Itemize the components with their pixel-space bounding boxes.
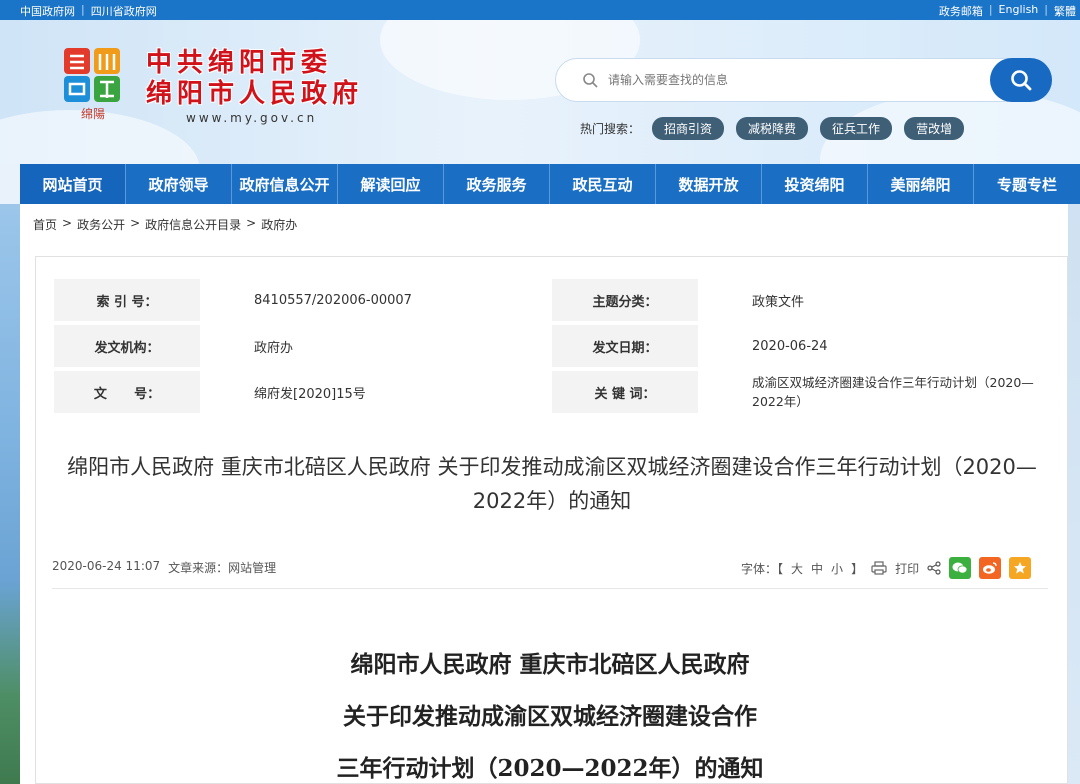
breadcrumb-home[interactable]: 首页 [33,216,57,233]
link-china-gov[interactable]: 中国政府网 [20,3,75,19]
divider [52,588,1048,589]
weibo-icon [983,562,997,574]
font-size-bracket: 】 [851,561,864,576]
nav-item-special[interactable]: 专题专栏 [974,164,1080,204]
meta-label: 主题分类： [552,279,698,321]
star-icon [1014,562,1027,574]
breadcrumb-separator: > [62,216,73,230]
table-row: 发文机构： 政府办 发文日期： 2020-06-24 [54,325,1050,367]
wechat-share-button[interactable] [949,557,972,579]
site-header: 绵陽 中共绵阳市委 绵阳市人民政府 www.my.gov.cn 热门搜索： 招商… [0,20,1080,164]
nav-item-invest[interactable]: 投资绵阳 [762,164,868,204]
meta-label: 发文日期： [552,325,698,367]
document-title-line: 三年行动计划（2020—2022年）的通知 [336,755,764,782]
document-title-line: 关于印发推动成渝区双城经济圈建设合作 [343,703,757,730]
nav-item-home[interactable]: 网站首页 [20,164,126,204]
divider: | [1044,3,1048,16]
meta-value: 成渝区双城经济圈建设合作三年行动计划（2020—2022年） [698,371,1050,413]
divider: | [81,3,85,16]
print-icon[interactable] [871,561,887,575]
meta-label: 关 键 词： [552,371,698,413]
hot-tag[interactable]: 招商引资 [652,116,725,140]
link-sichuan-gov[interactable]: 四川省政府网 [91,3,157,19]
nav-item-beautiful[interactable]: 美丽绵阳 [868,164,974,204]
document-meta-table: 索 引 号： 8410557/202006-00007 主题分类： 政策文件 发… [54,275,1050,417]
logo-caption: 绵陽 [81,107,105,121]
link-english[interactable]: English [999,3,1039,19]
hot-tag[interactable]: 减税降费 [736,116,809,140]
nav-item-interaction[interactable]: 政民互动 [550,164,656,204]
meta-label: 索 引 号： [54,279,200,321]
nav-item-services[interactable]: 政务服务 [444,164,550,204]
breadcrumb-info-catalog[interactable]: 政府信息公开目录 [145,216,241,233]
breadcrumb-public-affairs[interactable]: 政务公开 [77,216,125,233]
divider: | [988,3,993,16]
article-card: 索 引 号： 8410557/202006-00007 主题分类： 政策文件 发… [35,256,1068,784]
side-background [1068,204,1080,784]
city-logo-icon[interactable]: 绵陽 [62,44,124,124]
font-large-button[interactable]: 大 [791,560,803,577]
font-small-button[interactable]: 小 [831,560,843,577]
meta-value: 政府办 [200,325,552,367]
publish-datetime: 2020-06-24 11:07 [52,559,161,573]
hot-tag[interactable]: 征兵工作 [820,116,893,140]
font-medium-button[interactable]: 中 [811,560,823,577]
hot-search: 热门搜索： 招商引资 减税降费 征兵工作 营改增 [580,116,965,140]
breadcrumb-separator: > [130,216,141,230]
article-headline: 绵阳市人民政府 重庆市北碚区人民政府 关于印发推动成渝区双城经济圈建设合作三年行… [67,455,1037,513]
search-icon [1011,70,1032,91]
side-background [0,204,20,784]
article-tools: 字体：【 大 中 小 】 打印 [741,555,1032,581]
link-traditional[interactable]: 繁體 [1054,3,1076,19]
meta-label: 发文机构： [54,325,200,367]
meta-value: 绵府发[2020]15号 [200,371,552,413]
site-title-line2: 绵阳市人民政府 [146,79,364,109]
document-title-line: 绵阳市人民政府 重庆市北碚区人民政府 [350,651,750,678]
share-icon[interactable] [927,561,941,575]
table-row: 文 号： 绵府发[2020]15号 关 键 词： 成渝区双城经济圈建设合作三年行… [54,371,1050,413]
meta-value: 政策文件 [698,279,1050,321]
source-value: 网站管理 [228,561,277,575]
wechat-icon [952,562,968,574]
meta-label: 文 号： [54,371,200,413]
favorite-button[interactable] [1009,557,1032,579]
meta-value: 2020-06-24 [698,325,1050,367]
main-nav: 网站首页 政府领导 政府信息公开 解读回应 政务服务 政民互动 数据开放 投资绵… [20,164,1080,204]
link-gov-mail[interactable]: 政务邮箱 [939,3,983,19]
search-button[interactable] [990,58,1052,102]
hot-tag[interactable]: 营改增 [904,116,965,140]
nav-item-info-disclosure[interactable]: 政府信息公开 [232,164,338,204]
breadcrumb-gov-office[interactable]: 政府办 [261,216,297,233]
font-size-label: 字体：【 [741,561,784,576]
weibo-share-button[interactable] [979,557,1002,579]
search-input[interactable] [608,69,988,91]
nav-item-interpretation[interactable]: 解读回应 [338,164,444,204]
site-url: www.my.gov.cn [186,111,318,125]
meta-value: 8410557/202006-00007 [200,279,552,321]
source-label: 文章来源： [168,561,229,575]
site-title-line1: 中共绵阳市委 [146,48,333,78]
nav-item-leaders[interactable]: 政府领导 [126,164,232,204]
breadcrumb: 首页 > 政务公开 > 政府信息公开目录 > 政府办 [33,216,297,233]
table-row: 索 引 号： 8410557/202006-00007 主题分类： 政策文件 [54,279,1050,321]
search-bar [555,58,1052,102]
document-title: 绵阳市人民政府 重庆市北碚区人民政府 关于印发推动成渝区双城经济圈建设合作 三年… [52,639,1048,784]
search-icon [583,73,598,88]
nav-item-open-data[interactable]: 数据开放 [656,164,762,204]
breadcrumb-separator: > [246,216,257,230]
print-button[interactable]: 打印 [895,560,919,577]
top-utility-bar: 中国政府网 | 四川省政府网 政务邮箱 | English | 繁體 [0,0,1080,20]
hot-search-label: 热门搜索： [580,121,641,136]
site-title[interactable]: 中共绵阳市委 绵阳市人民政府 [146,48,363,110]
article-info: 2020-06-24 11:07 文章来源： 网站管理 [52,559,276,576]
